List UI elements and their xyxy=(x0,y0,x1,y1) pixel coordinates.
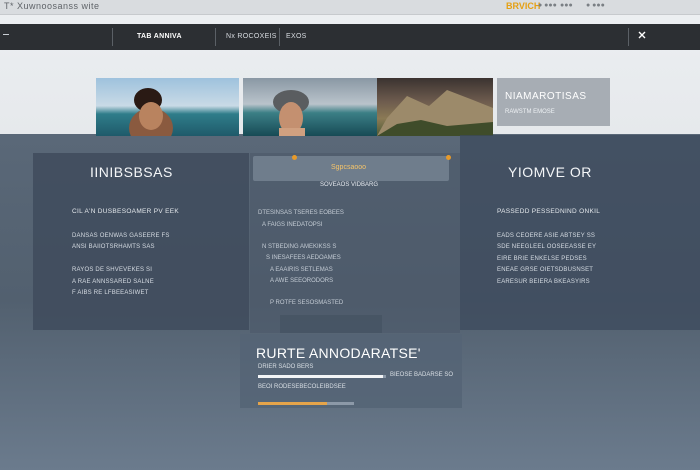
indicator-dot xyxy=(446,155,451,160)
middle-panel-line[interactable]: A FAIGS INEDATOPSI xyxy=(262,222,322,228)
nav-item-2[interactable]: Nx ROCOXEIS xyxy=(226,33,277,40)
progress-bar[interactable] xyxy=(258,375,386,378)
hero-image-person[interactable] xyxy=(243,78,377,136)
left-panel-heading: IINIBSBSAS xyxy=(90,164,173,180)
nav-divider xyxy=(215,28,216,46)
left-panel-line: A RAE ANNSSARED SALNE xyxy=(72,279,154,285)
right-panel-heading: YIOMVE OR xyxy=(508,164,592,180)
close-icon[interactable] xyxy=(636,30,648,42)
middle-panel-line[interactable]: S INESAFEES AEDOAMES xyxy=(266,255,341,261)
indicator-dot xyxy=(292,155,297,160)
nav-bar: TAB ANNIVA Nx ROCOXEIS EXOS xyxy=(0,24,700,50)
title-bar: T* Xuwnoosanss wite BRVICH ● ●●● ●●● ● ●… xyxy=(0,0,700,15)
slider-track[interactable] xyxy=(258,402,354,405)
bottom-card-heading: RURTE ANNODARATSE' xyxy=(256,345,421,361)
hero-image-landscape[interactable] xyxy=(377,78,493,136)
hero-card-subtitle: RAWSTM EMOSE xyxy=(505,109,555,115)
progress-bar-fill xyxy=(258,375,384,378)
middle-panel-subheading: SOVEAOS VIDBARG xyxy=(320,182,379,188)
bottom-card-line: DRIER SADO BERS xyxy=(258,364,314,370)
middle-panel-line[interactable]: A AWE SEEORODORS xyxy=(270,278,333,284)
bottom-card: RURTE ANNODARATSE' DRIER SADO BERS BIEOS… xyxy=(240,334,462,408)
left-panel-line: DANSAS OENWAS GASEERE FS xyxy=(72,233,170,239)
search-box[interactable]: Sgpcsaooo xyxy=(253,156,449,181)
left-panel-subheading: CIL A'N DUSBESOAMER PV EEK xyxy=(72,208,180,215)
left-panel-line: F AIBS RE LFBEEASIWET xyxy=(72,290,149,296)
middle-panel-line[interactable]: DTESINSAS TSERES EOBEES xyxy=(258,210,344,216)
nav-item-1[interactable]: TAB ANNIVA xyxy=(137,33,182,40)
right-panel-subheading: PASSEDD PESSEDNIND ONKIL xyxy=(497,208,601,215)
nav-divider xyxy=(279,28,280,46)
menu-icon[interactable] xyxy=(3,34,9,35)
right-panel-line: ENEAE GRSE OIETSDBUSNSET xyxy=(497,267,594,273)
right-panel-line: EADS CEOERE ASIE ABTSEY SS xyxy=(497,233,596,239)
search-input[interactable]: Sgpcsaooo xyxy=(331,164,366,171)
middle-panel-line[interactable]: N STBEDING AMEKIKSS S xyxy=(262,244,336,250)
hero-image-beach[interactable] xyxy=(96,78,239,136)
nav-item-3[interactable]: EXOS xyxy=(286,33,307,40)
nav-divider xyxy=(628,28,629,46)
nav-divider xyxy=(112,28,113,46)
brand-logo-text[interactable]: BRVICH xyxy=(506,1,540,11)
bottom-card-line: BIEOSE BADARSE SO xyxy=(390,372,454,378)
left-panel-line: ANSI BAIIOTSRHAMTS SAS xyxy=(72,244,155,250)
right-panel-line: SDE NEEGLEEL OOSEEASSE EY xyxy=(497,244,597,250)
hero-card-title: NIAMAROTISAS xyxy=(505,91,587,102)
left-panel-line: RAYOS DE SHVEVEKES SI xyxy=(72,267,153,273)
middle-panel-line[interactable]: A EAAIRIS SETLEMAS xyxy=(270,267,333,273)
hero-card[interactable]: NIAMAROTISAS RAWSTM EMOSE xyxy=(497,78,610,126)
bottom-card-line: BEOI RODESEBECOLEIBDSEE xyxy=(258,384,346,390)
middle-panel-line[interactable]: P ROTFE SESOSMASTED xyxy=(270,300,343,306)
right-panel-line: EIRE BRIE ENKELSE PEDSES xyxy=(497,256,587,262)
middle-panel-footer xyxy=(280,315,382,333)
top-link-1[interactable]: ● ●●● xyxy=(538,2,557,9)
app-title: T* Xuwnoosanss wite xyxy=(4,1,100,11)
right-panel-line: EARESUR BEIERA BKEASYIRS xyxy=(497,279,590,285)
top-link-3[interactable]: ● ●●● xyxy=(586,2,605,9)
slider-fill xyxy=(258,402,328,405)
top-link-2[interactable]: ●●● xyxy=(560,2,573,9)
